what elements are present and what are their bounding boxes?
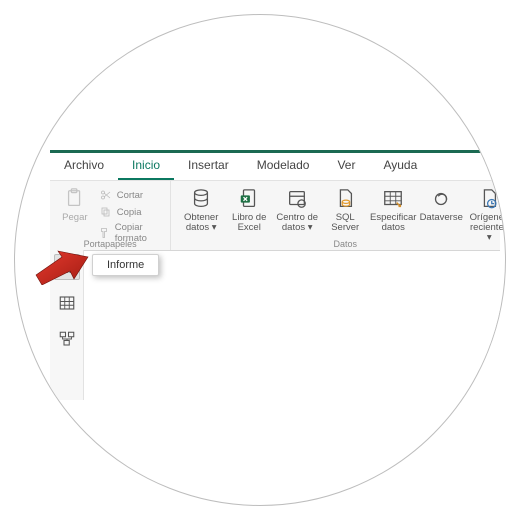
excel-file-icon bbox=[236, 187, 262, 211]
cortar-button[interactable]: Cortar bbox=[96, 187, 163, 203]
libro-excel-label: Libro de Excel bbox=[227, 213, 271, 233]
sql-server-label: SQL Server bbox=[323, 213, 367, 233]
enter-data-icon bbox=[380, 187, 406, 211]
database-icon bbox=[188, 187, 214, 211]
copia-button[interactable]: Copia bbox=[96, 204, 163, 220]
data-hub-icon bbox=[284, 187, 310, 211]
copia-label: Copia bbox=[117, 207, 142, 218]
centro-datos-label: Centro de datos ▾ bbox=[275, 213, 319, 233]
clipboard-small-buttons: Cortar Copia Copiar formato bbox=[94, 185, 165, 247]
especificar-datos-button[interactable]: Especificar datos bbox=[369, 185, 417, 235]
tooltip-informe: Informe bbox=[92, 254, 159, 276]
group-label-datos: Datos bbox=[171, 239, 506, 250]
circular-frame: Archivo Inicio Insertar Modelado Ver Ayu… bbox=[14, 14, 506, 506]
ribbon: Pegar Cortar Copia bbox=[50, 181, 500, 251]
scissors-icon bbox=[99, 188, 113, 202]
paste-icon bbox=[62, 187, 88, 211]
recent-sources-icon bbox=[476, 187, 502, 211]
view-rail bbox=[50, 250, 84, 400]
app-window: Archivo Inicio Insertar Modelado Ver Ayu… bbox=[50, 150, 500, 370]
tab-insertar[interactable]: Insertar bbox=[174, 153, 243, 180]
tab-archivo[interactable]: Archivo bbox=[50, 153, 118, 180]
obtener-datos-label: Obtener datos ▾ bbox=[179, 213, 223, 233]
model-icon bbox=[58, 330, 76, 348]
tab-modelado[interactable]: Modelado bbox=[243, 153, 324, 180]
dataverse-icon bbox=[428, 187, 454, 211]
especificar-datos-label: Especificar datos bbox=[370, 213, 416, 233]
group-portapapeles: Pegar Cortar Copia bbox=[50, 181, 171, 250]
group-label-portapapeles: Portapapeles bbox=[50, 239, 170, 250]
tab-inicio[interactable]: Inicio bbox=[118, 153, 174, 180]
dataverse-label: Dataverse bbox=[420, 213, 463, 233]
cortar-label: Cortar bbox=[117, 190, 143, 201]
format-painter-icon bbox=[99, 226, 111, 240]
pegar-button[interactable]: Pegar bbox=[56, 185, 94, 235]
tab-ver[interactable]: Ver bbox=[323, 153, 369, 180]
group-datos: Obtener datos ▾ Libro de Excel Centro de… bbox=[171, 181, 506, 250]
ribbon-tabs: Archivo Inicio Insertar Modelado Ver Ayu… bbox=[50, 153, 500, 181]
libro-excel-button[interactable]: Libro de Excel bbox=[225, 185, 273, 235]
sql-file-icon bbox=[332, 187, 358, 211]
obtener-datos-button[interactable]: Obtener datos ▾ bbox=[177, 185, 225, 235]
copy-icon bbox=[99, 205, 113, 219]
rail-model-view[interactable] bbox=[54, 326, 80, 352]
dataverse-button[interactable]: Dataverse bbox=[417, 185, 465, 235]
tab-ayuda[interactable]: Ayuda bbox=[369, 153, 431, 180]
centro-datos-button[interactable]: Centro de datos ▾ bbox=[273, 185, 321, 235]
pegar-label: Pegar bbox=[62, 213, 87, 233]
bar-chart-icon bbox=[58, 258, 76, 276]
sql-server-button[interactable]: SQL Server bbox=[321, 185, 369, 235]
origenes-recientes-button[interactable]: Orígenes recientes ▾ bbox=[465, 185, 506, 245]
rail-data-view[interactable] bbox=[54, 290, 80, 316]
table-icon bbox=[58, 294, 76, 312]
rail-report-view[interactable] bbox=[54, 254, 80, 280]
